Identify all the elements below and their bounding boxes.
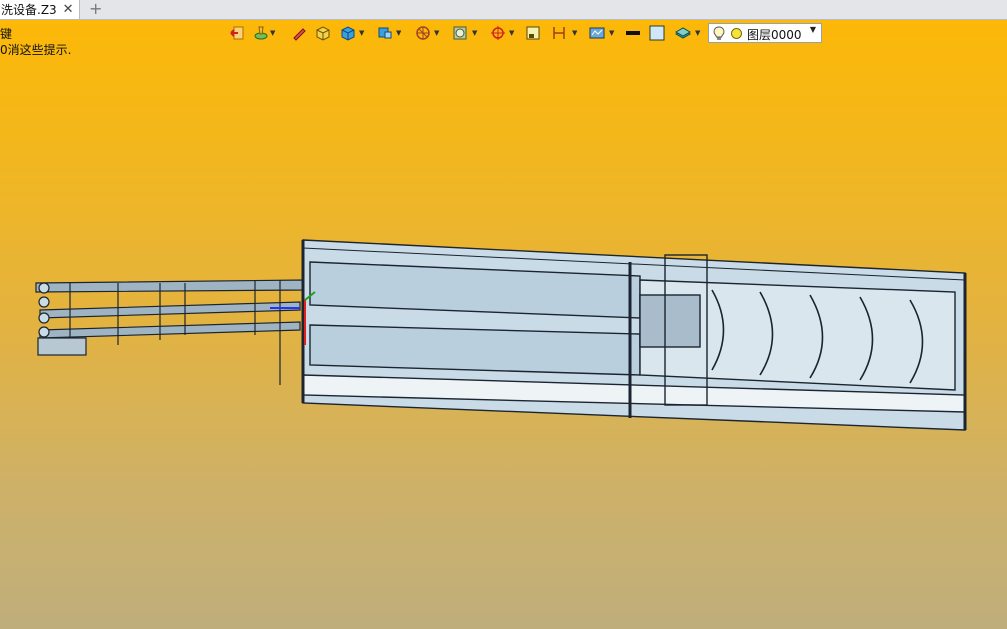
hint-line-2: 0消这些提示. — [0, 43, 72, 57]
section-view-icon — [416, 26, 430, 40]
view-orientation-icon — [378, 27, 392, 39]
lightbulb-icon[interactable] — [713, 26, 725, 41]
document-tab-bar: 洗设备.Z3 ✕ + — [0, 0, 1007, 20]
dropdown-arrow-icon[interactable]: ▼ — [434, 29, 439, 37]
color-swatch-icon — [649, 25, 665, 41]
chevron-down-icon[interactable]: ▼ — [810, 25, 816, 34]
layer-stack-icon — [674, 27, 692, 39]
pen-edit-icon — [293, 28, 306, 41]
dropdown-arrow-icon[interactable]: ▼ — [572, 29, 577, 37]
new-tab-icon[interactable]: + — [89, 0, 102, 18]
close-icon[interactable]: ✕ — [63, 3, 74, 16]
dropdown-arrow-icon[interactable]: ▼ — [359, 29, 364, 37]
display-mode-button[interactable] — [449, 22, 471, 44]
line-style-button[interactable] — [622, 22, 644, 44]
3d-viewport[interactable]: 键 0消这些提示. — [0, 20, 1007, 629]
layer-color-icon — [731, 28, 742, 39]
conveyor-washer-model[interactable] — [0, 20, 1007, 629]
layer-select[interactable]: 图层0000 ▼ — [708, 23, 822, 43]
document-tab[interactable]: 洗设备.Z3 ✕ — [0, 0, 80, 19]
color-swatch-button[interactable] — [646, 22, 668, 44]
snap-target-icon — [491, 26, 505, 40]
grid-icon — [526, 26, 540, 40]
box-solid-icon — [316, 26, 330, 41]
feature-paint-icon — [254, 26, 268, 40]
document-tab-title: 洗设备.Z3 — [1, 3, 57, 17]
display-mode-icon — [453, 26, 467, 40]
pen-edit-button[interactable] — [288, 22, 310, 44]
view-orientation-button[interactable] — [374, 22, 396, 44]
dropdown-arrow-icon[interactable]: ▼ — [396, 29, 401, 37]
exit-sketch-icon — [230, 26, 244, 40]
grid-button[interactable] — [522, 22, 544, 44]
dropdown-arrow-icon[interactable]: ▼ — [695, 29, 700, 37]
dimension-icon — [553, 27, 565, 39]
snap-target-button[interactable] — [487, 22, 509, 44]
box-solid-button[interactable] — [312, 22, 334, 44]
section-view-button[interactable] — [412, 22, 434, 44]
dropdown-arrow-icon[interactable]: ▼ — [472, 29, 477, 37]
shaded-cube-icon — [341, 26, 355, 41]
feature-paint-button[interactable] — [250, 22, 272, 44]
layer-select-value: 图层0000 — [747, 28, 802, 42]
layer-stack-button[interactable] — [672, 22, 694, 44]
dropdown-arrow-icon[interactable]: ▼ — [509, 29, 514, 37]
dropdown-arrow-icon[interactable]: ▼ — [609, 29, 614, 37]
render-settings-icon — [589, 27, 605, 39]
shaded-cube-button[interactable] — [337, 22, 359, 44]
dimension-button[interactable] — [548, 22, 570, 44]
exit-sketch-button[interactable] — [226, 22, 248, 44]
render-settings-button[interactable] — [586, 22, 608, 44]
dropdown-arrow-icon[interactable]: ▼ — [270, 29, 275, 37]
line-style-icon — [626, 31, 640, 35]
hint-line-1: 键 — [0, 27, 13, 41]
